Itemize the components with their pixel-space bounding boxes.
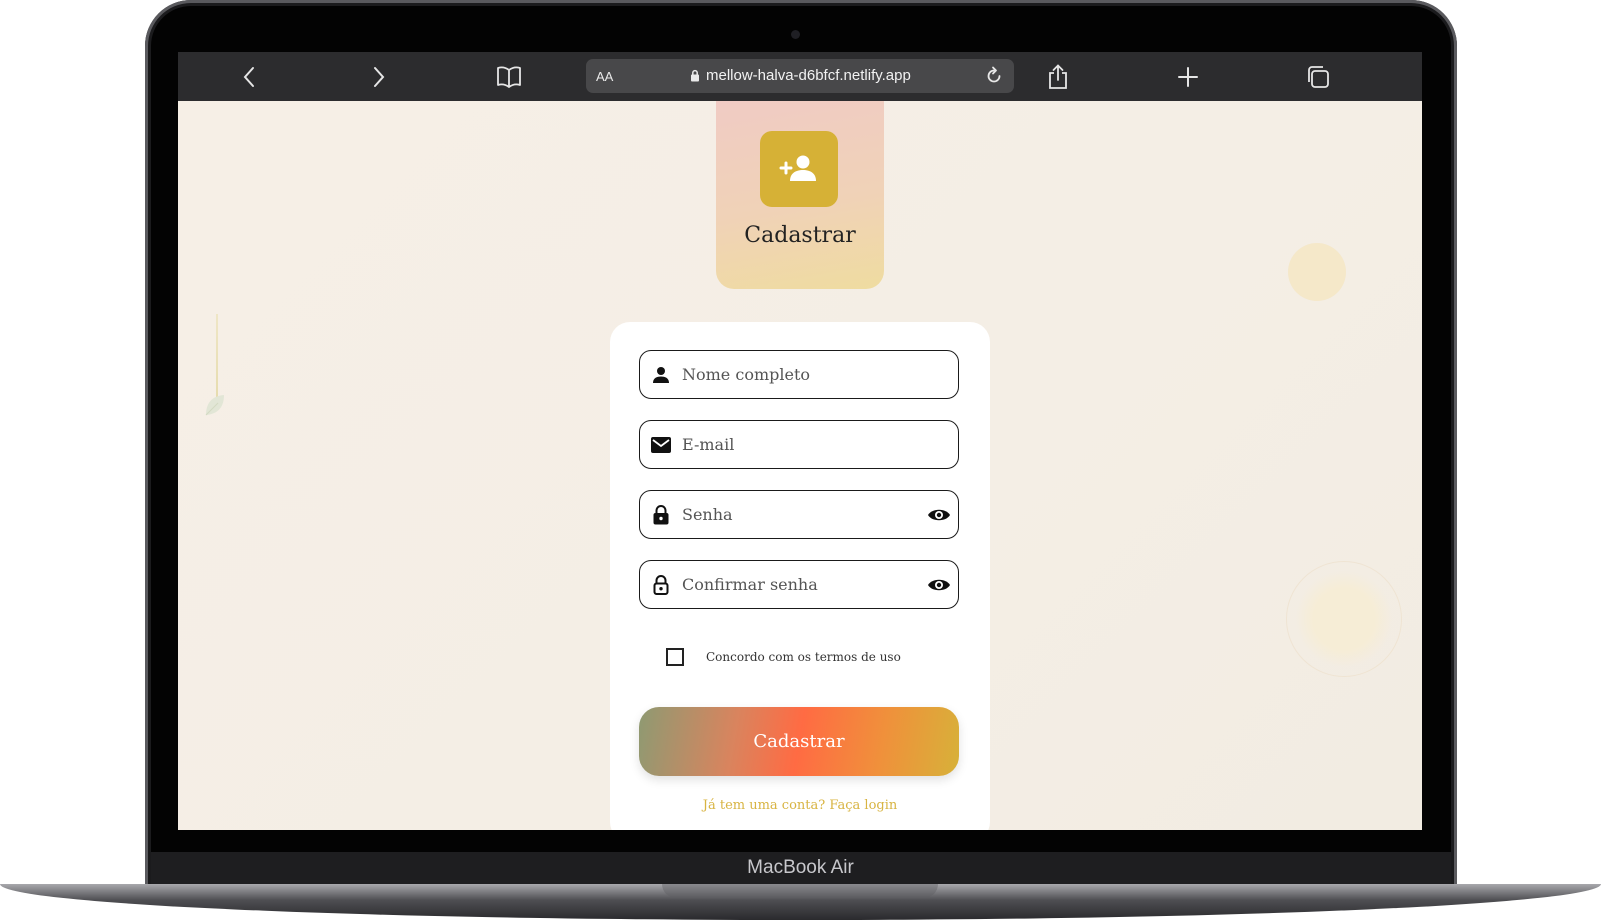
submit-button[interactable]: Cadastrar	[639, 707, 959, 776]
leaf-icon	[205, 395, 224, 416]
book-icon[interactable]	[496, 64, 522, 90]
url-display[interactable]: mellow-halva-d6bfcf.netlify.app	[690, 67, 911, 84]
decorative-circle	[1288, 243, 1346, 301]
password-input[interactable]	[682, 497, 918, 531]
address-bar[interactable]: AA mellow-halva-d6bfcf.netlify.app	[586, 59, 1014, 93]
eye-icon[interactable]	[926, 503, 952, 527]
full-name-input[interactable]	[682, 357, 918, 391]
camera	[791, 30, 800, 39]
tabs-icon[interactable]	[1305, 64, 1331, 90]
text-size-button[interactable]: AA	[596, 69, 613, 84]
url-text: mellow-halva-d6bfcf.netlify.app	[706, 67, 911, 84]
signup-page: Cadastrar Nome completo E-mail Concordo …	[178, 101, 1422, 830]
full-name-field[interactable]	[639, 350, 959, 399]
reload-icon[interactable]	[984, 66, 1004, 90]
laptop-notch	[662, 884, 938, 898]
password-field[interactable]	[639, 490, 959, 539]
terms-checkbox[interactable]	[666, 648, 684, 666]
confirm-password-field[interactable]	[639, 560, 959, 609]
terms-row: Concordo com os termos de uso	[666, 648, 901, 666]
device-label: MacBook Air	[747, 857, 854, 878]
confirm-password-input[interactable]	[682, 567, 918, 601]
screen: AA mellow-halva-d6bfcf.netlify.app Cadas…	[178, 52, 1422, 830]
decorative-stem	[216, 314, 218, 399]
decorative-ring	[1286, 561, 1402, 677]
email-field[interactable]	[639, 420, 959, 469]
lock-icon	[691, 69, 699, 82]
login-link[interactable]: Já tem uma conta? Faça login	[610, 798, 990, 813]
lock-icon	[649, 503, 673, 527]
eye-icon[interactable]	[926, 573, 952, 597]
share-icon[interactable]	[1045, 64, 1071, 90]
add-user-icon	[779, 155, 816, 181]
forward-icon[interactable]	[366, 64, 392, 90]
plus-icon[interactable]	[1175, 64, 1201, 90]
person-icon	[649, 363, 673, 387]
add-user-badge	[760, 131, 838, 207]
back-icon[interactable]	[236, 64, 262, 90]
header-card: Cadastrar	[716, 101, 884, 289]
signup-form: Concordo com os termos de uso Cadastrar …	[610, 322, 990, 830]
browser-toolbar: AA mellow-halva-d6bfcf.netlify.app	[178, 52, 1422, 101]
lock-open-icon	[649, 573, 673, 597]
terms-label[interactable]: Concordo com os termos de uso	[706, 650, 901, 664]
email-input[interactable]	[682, 427, 918, 461]
mail-icon	[649, 433, 673, 457]
page-title: Cadastrar	[744, 223, 856, 248]
